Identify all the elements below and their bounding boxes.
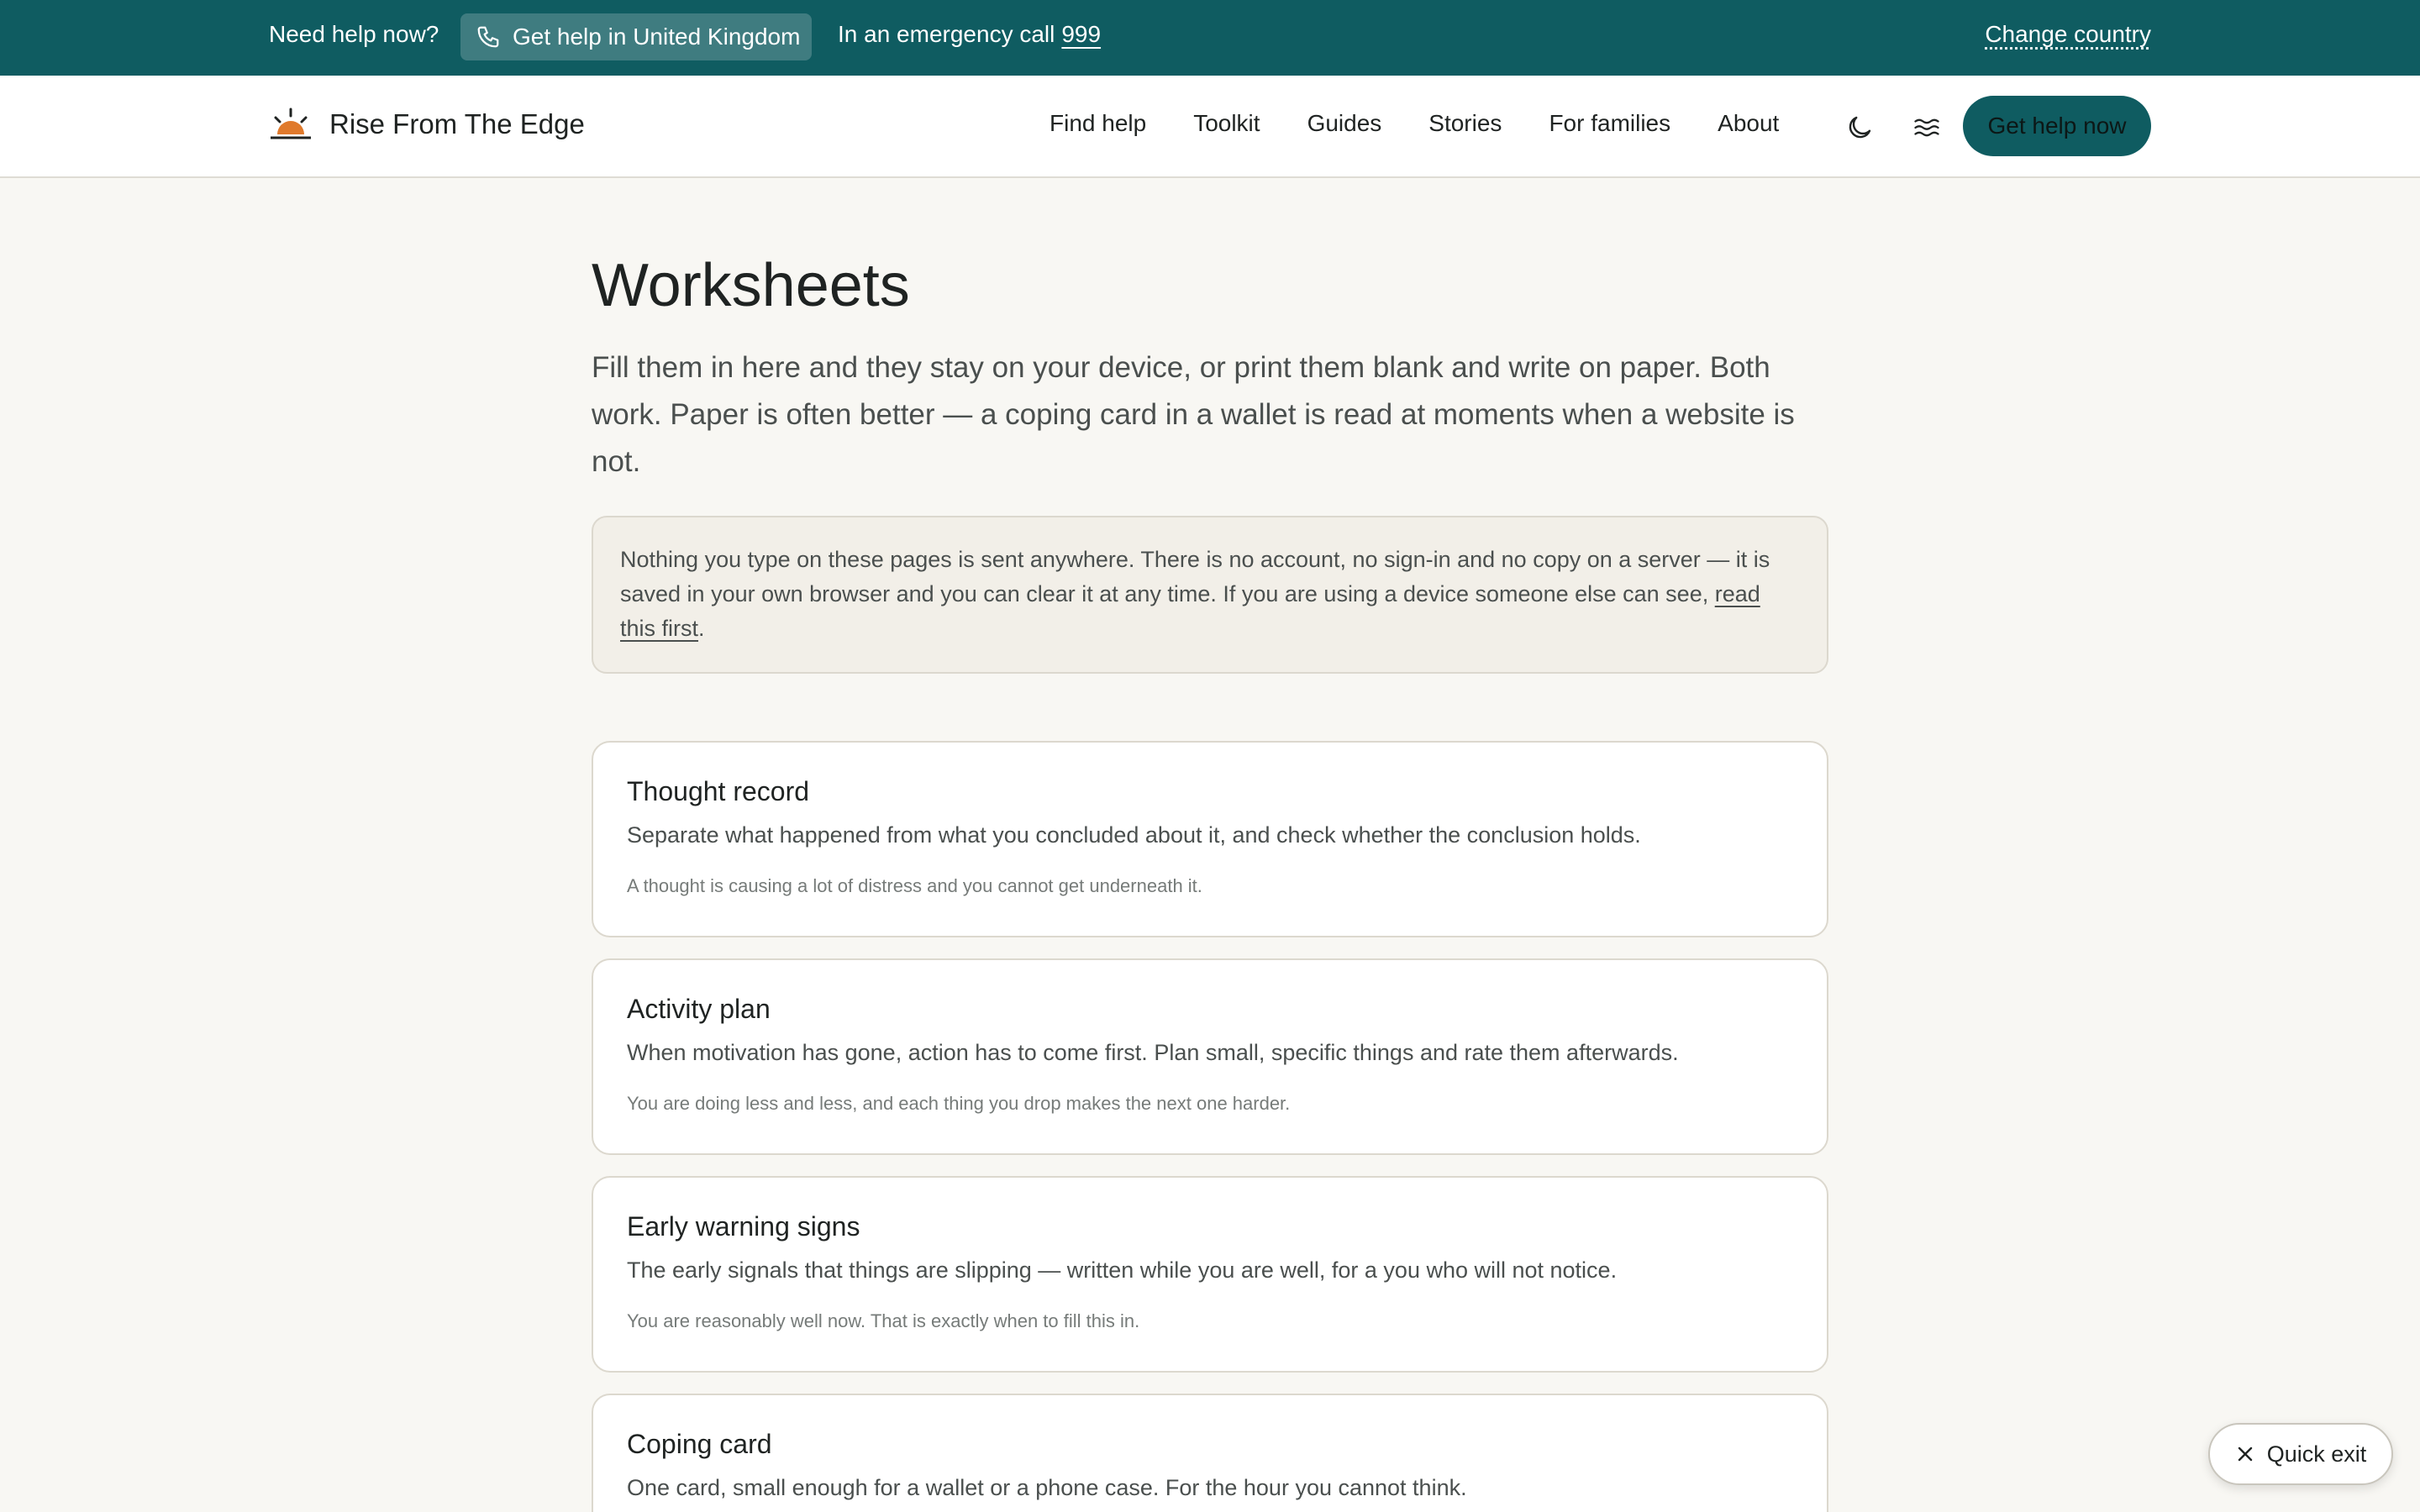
calm-mode-toggle[interactable] bbox=[1908, 109, 1945, 146]
nav-toolkit[interactable]: Toolkit bbox=[1193, 109, 1260, 138]
worksheet-card-coping-card[interactable]: Coping card One card, small enough for a… bbox=[592, 1394, 1828, 1512]
worksheet-when: You are doing less and less, and each th… bbox=[627, 1093, 1291, 1114]
privacy-end: . bbox=[698, 616, 705, 641]
worksheet-when: You are reasonably well now. That is exa… bbox=[627, 1310, 1140, 1331]
emergency-call-text: In an emergency call 999 bbox=[838, 22, 1101, 47]
emergency-number-link[interactable]: 999 bbox=[1061, 21, 1101, 47]
emergency-label: In an emergency call bbox=[838, 21, 1055, 47]
change-country-link[interactable]: Change country bbox=[1985, 22, 2151, 47]
page-intro: Fill them in here and they stay on your … bbox=[592, 351, 1795, 478]
nav-stories[interactable]: Stories bbox=[1428, 109, 1502, 138]
quick-exit-button[interactable]: Quick exit bbox=[2208, 1423, 2393, 1485]
worksheet-description: One card, small enough for a wallet or a… bbox=[627, 1475, 1467, 1500]
worksheet-card-early-warning-signs[interactable]: Early warning signs The early signals th… bbox=[592, 1176, 1828, 1373]
close-icon bbox=[2238, 1446, 2252, 1462]
nav-guides[interactable]: Guides bbox=[1307, 109, 1382, 138]
worksheet-title: Early warning signs bbox=[627, 1211, 860, 1242]
worksheet-card-thought-record[interactable]: Thought record Separate what happened fr… bbox=[592, 741, 1828, 937]
worksheet-when: A thought is causing a lot of distress a… bbox=[627, 875, 1202, 896]
site-header: Rise From The Edge Find help Toolkit Gui… bbox=[0, 76, 2420, 178]
nav-for-families[interactable]: For families bbox=[1549, 109, 1670, 138]
page-title: Worksheets bbox=[592, 252, 910, 319]
nav-find-help[interactable]: Find help bbox=[1050, 109, 1146, 138]
emergency-bar: Need help now? Get help in United Kingdo… bbox=[0, 0, 2420, 76]
site-name: Rise From The Edge bbox=[329, 108, 585, 139]
main-nav: Find help Toolkit Guides Stories For fam… bbox=[1050, 109, 1779, 138]
get-help-now-button[interactable]: Get help now bbox=[1963, 96, 2151, 156]
dark-mode-toggle[interactable] bbox=[1841, 109, 1878, 146]
phone-icon bbox=[477, 26, 499, 48]
quick-exit-label: Quick exit bbox=[2266, 1441, 2367, 1467]
nav-about[interactable]: About bbox=[1718, 109, 1779, 138]
worksheet-title: Thought record bbox=[627, 776, 810, 806]
worksheet-description: The early signals that things are slippi… bbox=[627, 1257, 1618, 1283]
site-logo[interactable]: Rise From The Edge bbox=[269, 106, 585, 143]
worksheet-title: Activity plan bbox=[627, 994, 771, 1024]
get-help-country-button[interactable]: Get help in United Kingdom bbox=[460, 13, 812, 60]
worksheet-title: Coping card bbox=[627, 1429, 772, 1459]
privacy-text: Nothing you type on these pages is sent … bbox=[620, 547, 1770, 606]
privacy-notice: Nothing you type on these pages is sent … bbox=[592, 516, 1828, 674]
worksheet-card-activity-plan[interactable]: Activity plan When motivation has gone, … bbox=[592, 958, 1828, 1155]
worksheet-description: Separate what happened from what you con… bbox=[627, 822, 1641, 848]
moon-icon bbox=[1849, 116, 1871, 139]
worksheet-description: When motivation has gone, action has to … bbox=[627, 1040, 1679, 1065]
sunrise-logo-icon bbox=[271, 108, 311, 139]
waves-icon bbox=[1914, 118, 1939, 137]
need-help-text: Need help now? bbox=[269, 21, 439, 47]
get-help-country-label: Get help in United Kingdom bbox=[513, 24, 801, 50]
